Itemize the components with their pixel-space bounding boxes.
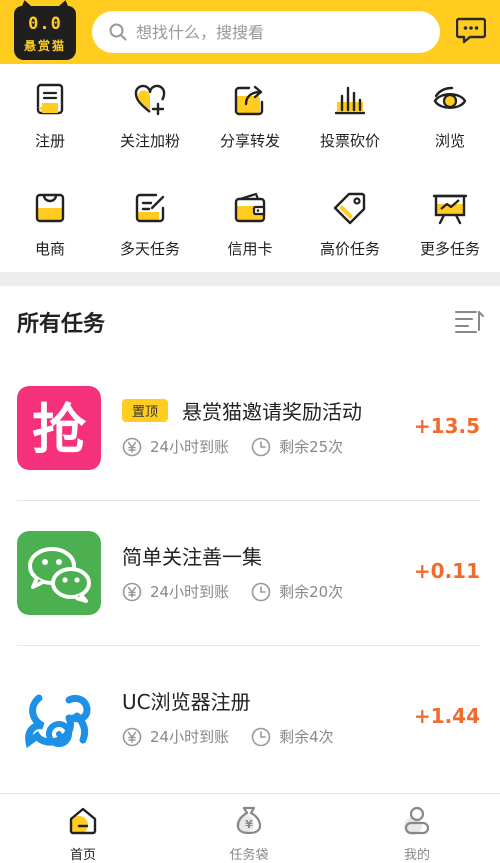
wechat-app-icon	[17, 531, 101, 615]
sort-filter-icon[interactable]	[454, 308, 484, 334]
category-label: 多天任务	[119, 240, 180, 258]
register-icon	[36, 83, 64, 115]
remaining-count: 剩余20次	[251, 581, 343, 602]
category-label: 信用卡	[227, 240, 273, 258]
category-label: 浏览	[434, 132, 465, 150]
task-title: UC浏览器注册	[122, 690, 251, 714]
category-label: 高价任务	[319, 240, 380, 258]
edit-note-icon	[135, 193, 165, 223]
category-vote[interactable]: 投票砍价	[300, 64, 400, 164]
vote-chart-icon	[334, 86, 366, 115]
task-reward: +13.5	[413, 414, 480, 438]
category-label: 投票砍价	[319, 132, 380, 150]
category-share[interactable]: 分享转发	[200, 64, 300, 164]
category-label: 关注加粉	[119, 132, 180, 150]
category-follow[interactable]: 关注加粉	[100, 64, 200, 164]
logo-eyes: 0.0	[28, 14, 62, 34]
settle-text: 24小时到账	[150, 728, 230, 746]
category-more[interactable]: 更多任务	[400, 172, 500, 272]
nav-label: 首页	[69, 848, 96, 863]
user-icon	[404, 806, 430, 835]
nav-label: 任务袋	[229, 848, 269, 863]
yuan-circle-icon	[122, 727, 142, 746]
category-label: 电商	[34, 240, 65, 258]
yuan-circle-icon	[122, 582, 142, 601]
nav-label: 我的	[403, 848, 430, 863]
remaining-text: 剩余25次	[279, 438, 344, 456]
remaining-text: 剩余4次	[279, 728, 334, 746]
remaining-text: 剩余20次	[279, 583, 344, 601]
share-icon	[234, 85, 264, 116]
wallet-icon	[234, 192, 266, 223]
category-ecommerce[interactable]: 电商	[0, 172, 100, 272]
rush-app-icon: 抢	[17, 386, 101, 470]
message-icon[interactable]	[456, 15, 486, 45]
category-register[interactable]: 注册	[0, 64, 100, 164]
uc-browser-app-icon	[17, 676, 101, 760]
yuan-circle-icon	[122, 437, 142, 456]
task-item[interactable]: UC浏览器注册 24小时到账 剩余4次 +1.44	[0, 646, 500, 791]
task-reward: +1.44	[413, 704, 480, 728]
settle-time: 24小时到账	[122, 436, 229, 457]
shopping-bag-icon	[35, 193, 65, 223]
bag-icon-text: ¥	[245, 818, 253, 831]
settle-text: 24小时到账	[150, 438, 230, 456]
money-bag-icon: ¥	[236, 806, 262, 835]
logo-name: 悬赏猫	[23, 39, 66, 53]
clock-icon	[251, 582, 271, 601]
category-label: 注册	[34, 132, 65, 150]
clock-icon	[251, 727, 271, 746]
section-title: 所有任务	[17, 312, 106, 337]
top-header: 0.0 悬赏猫	[0, 0, 500, 64]
nav-task-bag[interactable]: ¥ 任务袋	[166, 794, 332, 863]
pinned-badge: 置顶	[122, 399, 169, 422]
nav-mine[interactable]: 我的	[334, 794, 500, 863]
app-logo: 0.0 悬赏猫	[14, 0, 76, 60]
thumb-text: 抢	[32, 398, 87, 461]
remaining-count: 剩余4次	[251, 726, 334, 747]
search-input[interactable]	[136, 22, 436, 42]
category-browse[interactable]: 浏览	[400, 64, 500, 164]
task-title: 简单关注善一集	[122, 545, 262, 569]
eye-icon	[433, 86, 467, 109]
presentation-icon	[432, 194, 468, 225]
task-title: 悬赏猫邀请奖励活动	[182, 400, 363, 424]
category-label: 更多任务	[419, 240, 480, 258]
category-multiday[interactable]: 多天任务	[100, 172, 200, 272]
price-tag-icon	[333, 192, 366, 225]
remaining-count: 剩余25次	[251, 436, 343, 457]
category-high-price[interactable]: 高价任务	[300, 172, 400, 272]
bottom-navigation: 首页 ¥ 任务袋 我的	[0, 793, 500, 863]
clock-icon	[251, 437, 271, 456]
task-reward: +0.11	[413, 559, 480, 583]
search-icon	[109, 23, 127, 41]
nav-home[interactable]: 首页	[0, 794, 166, 863]
settle-text: 24小时到账	[150, 583, 230, 601]
task-item[interactable]: 简单关注善一集 24小时到账 剩余20次 +0.11	[0, 501, 500, 646]
category-grid: 注册 关注加粉 分享转发 投票砍价 浏览 电商 多天任务 信用卡 高价任务 更多…	[0, 64, 500, 270]
settle-time: 24小时到账	[122, 581, 229, 602]
task-item[interactable]: 抢 置顶 悬赏猫邀请奖励活动 24小时到账 剩余25次 +13.5	[0, 356, 500, 501]
search-bar[interactable]	[92, 11, 440, 53]
category-label: 分享转发	[219, 132, 280, 150]
home-icon	[69, 807, 97, 835]
section-divider	[0, 272, 500, 286]
heart-plus-icon	[134, 84, 166, 116]
settle-time: 24小时到账	[122, 726, 229, 747]
category-credit-card[interactable]: 信用卡	[200, 172, 300, 272]
